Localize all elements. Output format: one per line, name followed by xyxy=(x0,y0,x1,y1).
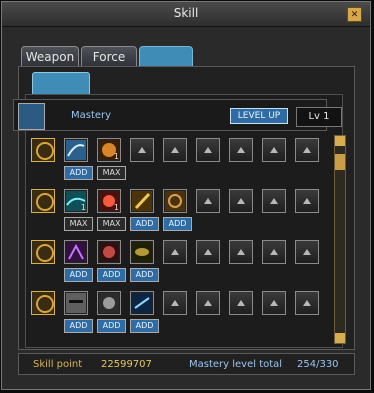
red-spin-icon[interactable]: 1 xyxy=(97,189,121,213)
tab-active[interactable] xyxy=(139,46,193,67)
empty-slot[interactable] xyxy=(295,291,319,315)
close-button[interactable]: ✕ xyxy=(347,7,362,22)
empty-slot[interactable] xyxy=(163,240,187,264)
title-bar[interactable]: Skill ✕ xyxy=(2,2,370,27)
skill-row: ADD ADD ADD xyxy=(31,240,336,284)
empty-slot[interactable] xyxy=(163,138,187,162)
empty-slot[interactable] xyxy=(262,138,286,162)
scroll-down-button[interactable] xyxy=(335,333,345,343)
blue-slash-icon[interactable] xyxy=(130,291,154,315)
scroll-up-button[interactable] xyxy=(335,136,345,146)
max-button[interactable]: MAX xyxy=(97,166,126,180)
status-bar: Skill point 22599707 Mastery level total… xyxy=(18,353,355,375)
level-up-button[interactable]: LEVEL UP xyxy=(230,108,288,124)
bronze-spiral-icon[interactable] xyxy=(163,189,187,213)
max-button[interactable]: MAX xyxy=(97,217,126,231)
empty-slot[interactable] xyxy=(262,291,286,315)
mastery-level: Lv 1 xyxy=(296,107,342,127)
scrollbar[interactable] xyxy=(334,135,346,344)
scroll-thumb[interactable] xyxy=(335,154,345,170)
master-skill-icon[interactable] xyxy=(31,240,55,264)
empty-slot[interactable] xyxy=(163,291,187,315)
add-button[interactable]: ADD xyxy=(130,268,159,282)
mastery-hand-icon xyxy=(18,103,45,130)
skill-point-value: 22599707 xyxy=(101,359,152,370)
add-button[interactable]: ADD xyxy=(64,319,93,333)
add-button[interactable]: ADD xyxy=(163,217,192,231)
add-button[interactable]: ADD xyxy=(97,268,126,282)
skill-row: ADD 1 MAX xyxy=(31,138,336,182)
empty-slot[interactable] xyxy=(130,138,154,162)
add-button[interactable]: ADD xyxy=(64,166,93,180)
empty-slot[interactable] xyxy=(262,189,286,213)
tab-force[interactable]: Force xyxy=(81,46,137,67)
mastery-bar: Mastery LEVEL UP Lv 1 xyxy=(13,99,342,131)
master-skill-icon[interactable] xyxy=(31,291,55,315)
mirror-face-icon[interactable] xyxy=(97,291,121,315)
empty-slot[interactable] xyxy=(295,189,319,213)
dark-eye-icon[interactable] xyxy=(130,240,154,264)
empty-slot[interactable] xyxy=(295,138,319,162)
add-button[interactable]: ADD xyxy=(130,319,159,333)
skill-window: Skill ✕ Weapon Force Mastery LEVEL UP Lv… xyxy=(1,1,371,390)
window-title: Skill xyxy=(173,6,199,20)
add-button[interactable]: ADD xyxy=(97,319,126,333)
skill-row: 1 MAX 1 MAX ADD ADD xyxy=(31,189,336,233)
mastery-total-value: 254/330 xyxy=(297,359,339,370)
skill-row: ADD ADD ADD xyxy=(31,291,336,335)
add-button[interactable]: ADD xyxy=(130,217,159,231)
empty-slot[interactable] xyxy=(295,240,319,264)
add-button[interactable]: ADD xyxy=(64,268,93,282)
empty-slot[interactable] xyxy=(229,240,253,264)
teal-wave-icon[interactable]: 1 xyxy=(64,189,88,213)
empty-slot[interactable] xyxy=(196,240,220,264)
master-skill-icon[interactable] xyxy=(31,189,55,213)
empty-slot[interactable] xyxy=(262,240,286,264)
wolf-slash-icon[interactable] xyxy=(64,138,88,162)
empty-slot[interactable] xyxy=(196,291,220,315)
mastery-total-label: Mastery level total xyxy=(189,359,283,370)
masked-face-icon[interactable] xyxy=(64,291,88,315)
master-skill-icon[interactable] xyxy=(31,138,55,162)
empty-slot[interactable] xyxy=(229,291,253,315)
mastery-label: Mastery xyxy=(71,110,112,121)
red-spirit-icon[interactable] xyxy=(97,240,121,264)
max-button[interactable]: MAX xyxy=(64,217,93,231)
empty-slot[interactable] xyxy=(196,138,220,162)
subtab[interactable] xyxy=(32,72,90,96)
fire-strike-icon[interactable]: 1 xyxy=(97,138,121,162)
empty-slot[interactable] xyxy=(196,189,220,213)
tab-weapon[interactable]: Weapon xyxy=(21,46,79,67)
skill-point-label: Skill point xyxy=(33,359,83,370)
empty-slot[interactable] xyxy=(229,138,253,162)
empty-slot[interactable] xyxy=(229,189,253,213)
purple-claw-icon[interactable] xyxy=(64,240,88,264)
golden-beam-icon[interactable] xyxy=(130,189,154,213)
